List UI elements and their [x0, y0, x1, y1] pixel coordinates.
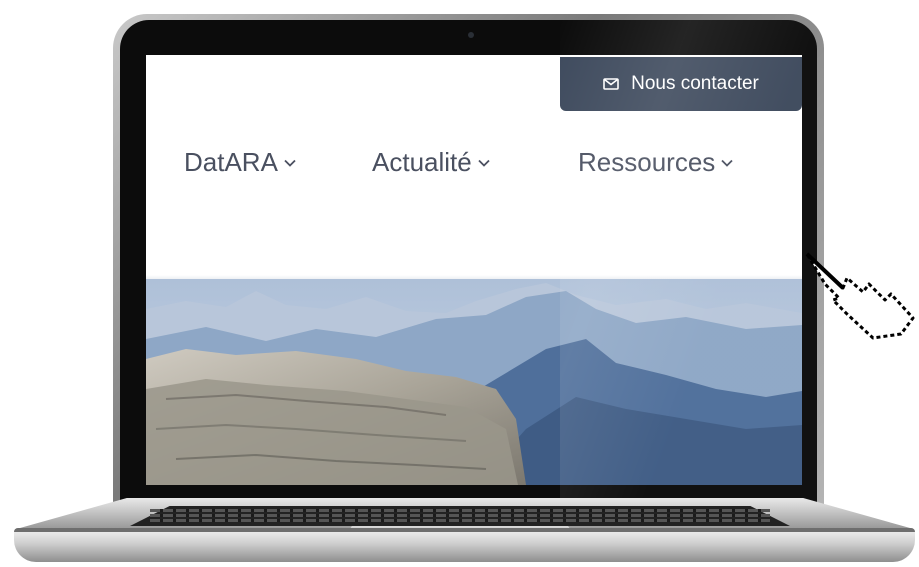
hero-image [146, 279, 802, 485]
chevron-down-icon [721, 159, 733, 167]
contact-button-label: Nous contacter [631, 73, 759, 94]
hand-pointer-icon [805, 252, 915, 340]
chevron-down-icon [284, 159, 296, 167]
main-nav: DatARA Actualité Ressources [146, 147, 802, 191]
chevron-down-icon [478, 159, 490, 167]
contact-button[interactable]: Nous contacter [560, 57, 802, 111]
nav-item-label: Actualité [372, 147, 472, 177]
mountain-photo [146, 279, 802, 485]
keyboard-row [150, 509, 770, 512]
nav-item-actualite[interactable]: Actualité [372, 147, 490, 178]
mail-icon [603, 78, 619, 90]
nav-item-label: DatARA [184, 147, 278, 177]
laptop-base-edge [14, 528, 915, 532]
camera-icon [468, 32, 474, 38]
laptop-base [14, 528, 915, 562]
nav-item-label: Ressources [578, 147, 716, 177]
keyboard-row [150, 514, 770, 517]
website-viewport: Nous contacter DatARA Actualité Ressourc… [146, 55, 802, 485]
nav-item-ressources[interactable]: Ressources [578, 147, 733, 178]
nav-item-datara[interactable]: DatARA [184, 147, 296, 178]
keyboard-row [150, 519, 770, 522]
laptop-mockup: Nous contacter DatARA Actualité Ressourc… [0, 0, 919, 567]
